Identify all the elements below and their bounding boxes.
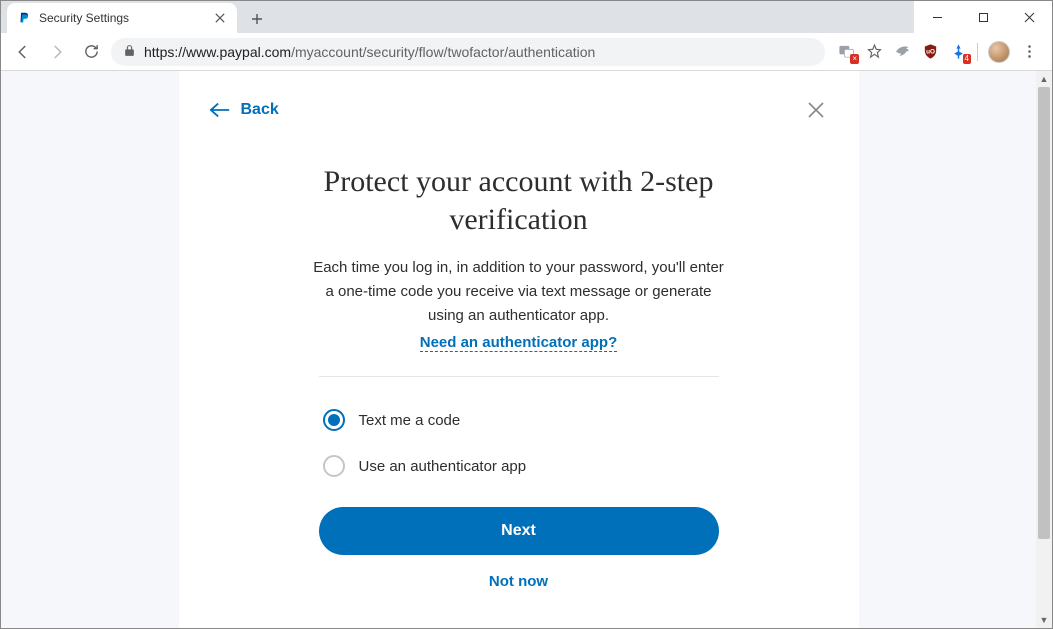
back-link[interactable]: Back	[209, 101, 279, 119]
two-factor-dialog: Back Protect your account with 2-step ve…	[179, 71, 859, 628]
next-button[interactable]: Next	[319, 507, 719, 555]
address-bar[interactable]: https://www.paypal.com/myaccount/securit…	[111, 38, 825, 66]
profile-avatar[interactable]	[988, 41, 1010, 63]
reload-button[interactable]	[77, 38, 105, 66]
bird-extension-icon[interactable]	[893, 43, 911, 61]
vertical-scrollbar[interactable]: ▲ ▼	[1036, 71, 1052, 628]
menu-icon[interactable]	[1020, 43, 1038, 61]
extension-icon[interactable]: 4	[949, 43, 967, 61]
option-authenticator-app[interactable]: Use an authenticator app	[319, 443, 719, 489]
window-controls	[914, 1, 1052, 33]
svg-text:uO: uO	[926, 49, 935, 56]
page-content: Back Protect your account with 2-step ve…	[1, 71, 1036, 628]
url-text: https://www.paypal.com/myaccount/securit…	[144, 44, 595, 60]
option-label: Use an authenticator app	[359, 458, 527, 475]
divider	[319, 376, 719, 377]
minimize-button[interactable]	[914, 1, 960, 33]
browser-window: Security Settings https://www.paypal.com…	[0, 0, 1053, 629]
ublock-extension-icon[interactable]: uO	[921, 43, 939, 61]
back-button[interactable]	[9, 38, 37, 66]
scroll-down-icon[interactable]: ▼	[1036, 612, 1052, 628]
scroll-up-icon[interactable]: ▲	[1036, 71, 1052, 87]
extension-icons: × uO 4	[831, 41, 1044, 63]
title-bar: Security Settings	[1, 1, 1052, 33]
paypal-favicon-icon	[17, 11, 31, 25]
scrollbar-track[interactable]	[1036, 87, 1052, 612]
radio-selected-icon	[323, 409, 345, 431]
dialog-heading: Protect your account with 2-step verific…	[309, 163, 729, 238]
not-now-link[interactable]: Not now	[219, 573, 819, 590]
bookmark-star-icon[interactable]	[865, 43, 883, 61]
close-window-button[interactable]	[1006, 1, 1052, 33]
tab-title: Security Settings	[39, 11, 205, 25]
forward-button[interactable]	[43, 38, 71, 66]
browser-toolbar: https://www.paypal.com/myaccount/securit…	[1, 33, 1052, 71]
lock-icon	[123, 44, 136, 60]
authenticator-app-link[interactable]: Need an authenticator app?	[420, 334, 618, 352]
close-dialog-button[interactable]	[807, 101, 825, 124]
browser-tab[interactable]: Security Settings	[7, 3, 237, 33]
arrow-left-icon	[209, 102, 231, 118]
option-label: Text me a code	[359, 412, 461, 429]
close-icon	[807, 101, 825, 119]
separator	[977, 43, 978, 61]
maximize-button[interactable]	[960, 1, 1006, 33]
translate-extension-icon[interactable]: ×	[837, 43, 855, 61]
verification-options: Text me a code Use an authenticator app	[319, 397, 719, 489]
page-viewport: Back Protect your account with 2-step ve…	[1, 71, 1052, 628]
scrollbar-thumb[interactable]	[1038, 87, 1050, 539]
option-text-code[interactable]: Text me a code	[319, 397, 719, 443]
tab-close-icon[interactable]	[213, 11, 227, 25]
dialog-content: Protect your account with 2-step verific…	[219, 163, 819, 590]
radio-unselected-icon	[323, 455, 345, 477]
new-tab-button[interactable]	[243, 5, 271, 33]
tab-strip: Security Settings	[1, 1, 914, 33]
dialog-description: Each time you log in, in addition to you…	[309, 256, 729, 328]
back-label: Back	[241, 101, 279, 119]
